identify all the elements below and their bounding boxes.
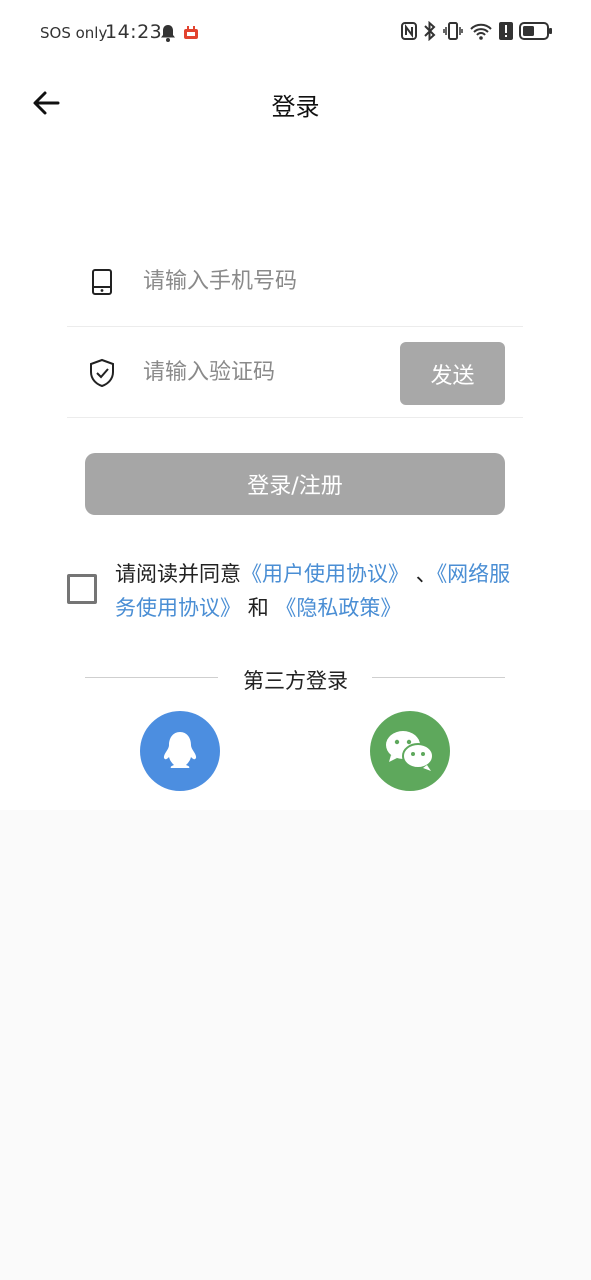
code-input[interactable] bbox=[143, 360, 383, 385]
status-bar: SOS only 14:23 bbox=[0, 0, 591, 66]
code-row: 发送 bbox=[67, 328, 523, 418]
agreement-text: 请阅读并同意《用户使用协议》 、《网络服务使用协议》 和 《隐私政策》 bbox=[115, 557, 515, 625]
shield-check-icon bbox=[87, 358, 117, 388]
agreement-separator: 、 bbox=[415, 562, 437, 586]
alert-icon bbox=[499, 22, 513, 40]
agreement-checkbox[interactable] bbox=[67, 574, 97, 604]
privacy-policy-link[interactable]: 《隐私政策》 bbox=[275, 596, 401, 620]
qq-penguin-icon bbox=[163, 732, 197, 768]
notification-app-icon bbox=[183, 25, 199, 44]
system-icons bbox=[401, 21, 553, 41]
carrier-text: SOS only bbox=[40, 24, 108, 42]
login-screen: SOS only 14:23 登录 请输入手机号码 请输入验证码 发送 登录/注… bbox=[0, 0, 591, 1280]
nfc-icon bbox=[401, 22, 417, 40]
bell-icon bbox=[159, 23, 177, 47]
vibrate-icon bbox=[443, 22, 463, 40]
page-title: 登录 bbox=[271, 93, 320, 121]
phone-row bbox=[67, 237, 523, 327]
phone-input[interactable] bbox=[143, 269, 383, 294]
send-code-button[interactable]: 发送 bbox=[400, 342, 505, 405]
third-party-label: 第三方登录 bbox=[243, 669, 348, 693]
agreement-conjunction: 和 bbox=[247, 596, 269, 620]
user-agreement-link[interactable]: 《用户使用协议》 bbox=[241, 562, 409, 586]
wechat-icon bbox=[386, 731, 434, 771]
wifi-icon bbox=[470, 23, 492, 40]
login-register-button[interactable]: 登录/注册 bbox=[85, 453, 505, 515]
bluetooth-icon bbox=[424, 21, 436, 41]
agreement-prefix: 请阅读并同意 bbox=[115, 562, 241, 586]
qq-login-button[interactable] bbox=[140, 711, 220, 791]
content-panel: SOS only 14:23 登录 请输入手机号码 请输入验证码 发送 登录/注… bbox=[0, 0, 591, 810]
battery-icon bbox=[519, 22, 552, 40]
wechat-login-button[interactable] bbox=[370, 711, 450, 791]
phone-icon bbox=[87, 267, 117, 297]
clock-text: 14:23 bbox=[105, 21, 163, 43]
